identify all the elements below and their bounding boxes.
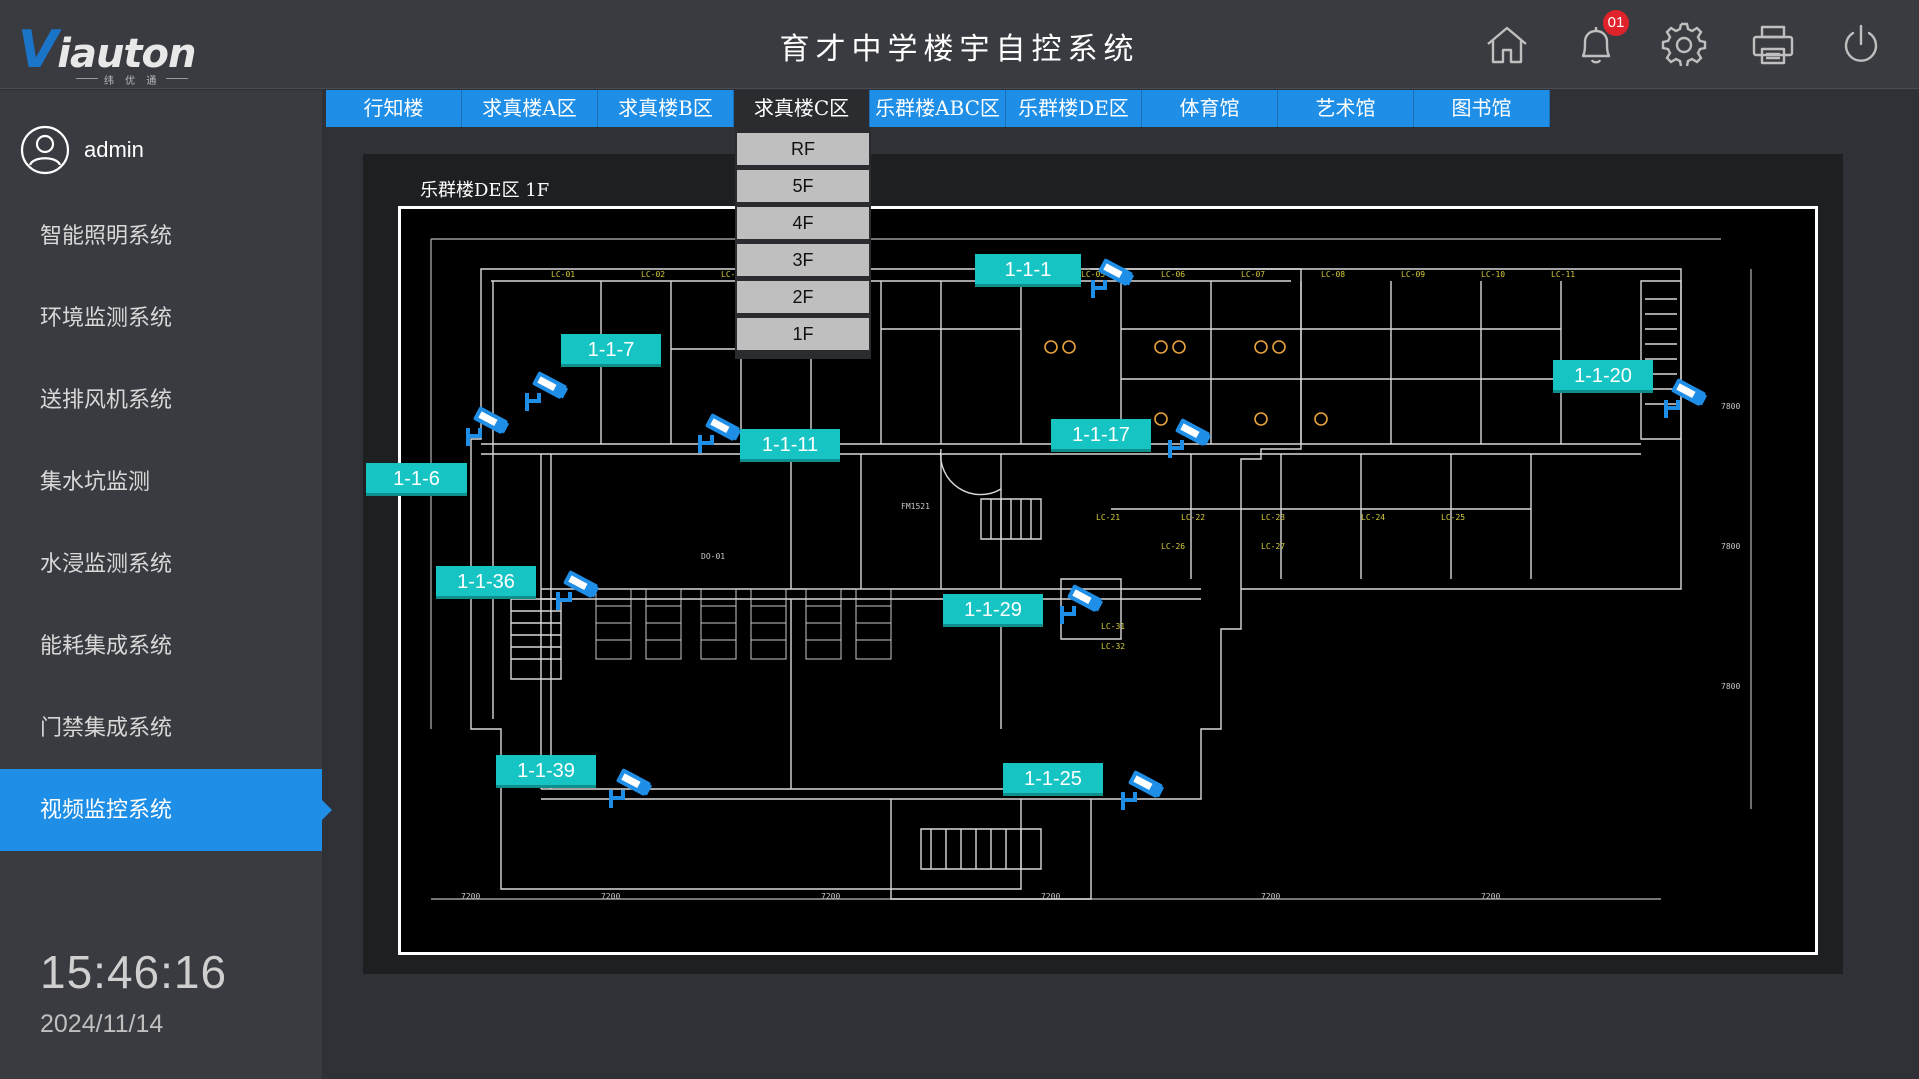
- svg-text:7800: 7800: [1721, 682, 1740, 691]
- camera-icon[interactable]: [1083, 250, 1135, 302]
- top-bar: Viauton 纬 优 通 育才中学楼宇自控系统 01: [0, 0, 1919, 89]
- clock-time: 15:46:16: [40, 946, 228, 998]
- svg-text:7200: 7200: [1041, 892, 1060, 901]
- menu-item-ventilation[interactable]: 送排风机系统: [0, 359, 322, 441]
- camera-label[interactable]: 1-1-6: [366, 463, 467, 496]
- camera-icon[interactable]: [1052, 576, 1104, 628]
- svg-text:LC-32: LC-32: [1101, 642, 1125, 651]
- menu-item-sump-pit[interactable]: 集水坑监测: [0, 441, 322, 523]
- floor-option-2f[interactable]: 2F: [737, 281, 869, 313]
- svg-text:DO-01: DO-01: [701, 552, 725, 561]
- clock-date: 2024/11/14: [40, 1010, 164, 1038]
- floor-option-1f[interactable]: 1F: [737, 318, 869, 350]
- camera-icon[interactable]: [690, 405, 742, 457]
- gear-icon[interactable]: [1661, 22, 1707, 68]
- camera-icon[interactable]: [458, 398, 510, 450]
- building-tabs: 行知楼 求真楼A区 求真楼B区 求真楼C区 乐群楼ABC区 乐群楼DE区 体育馆…: [326, 90, 1550, 127]
- floor-option-4f[interactable]: 4F: [737, 207, 869, 239]
- floor-option-5f[interactable]: 5F: [737, 170, 869, 202]
- svg-text:LC-26: LC-26: [1161, 542, 1185, 551]
- user-avatar-icon: [20, 125, 70, 175]
- svg-text:LC-06: LC-06: [1161, 270, 1185, 279]
- camera-label[interactable]: 1-1-1: [975, 254, 1081, 287]
- svg-text:7800: 7800: [1721, 402, 1740, 411]
- tab-xingzhi[interactable]: 行知楼: [326, 90, 462, 127]
- camera-icon[interactable]: [1656, 370, 1708, 422]
- svg-text:7800: 7800: [1721, 542, 1740, 551]
- floor-option-rf[interactable]: RF: [737, 133, 869, 165]
- camera-label[interactable]: 1-1-39: [496, 755, 596, 788]
- svg-text:LC-11: LC-11: [1551, 270, 1575, 279]
- svg-text:LC-10: LC-10: [1481, 270, 1505, 279]
- camera-label[interactable]: 1-1-11: [740, 429, 840, 462]
- camera-label[interactable]: 1-1-7: [561, 334, 661, 367]
- camera-icon[interactable]: [1113, 762, 1165, 814]
- tab-gym[interactable]: 体育馆: [1142, 90, 1278, 127]
- svg-text:LC-08: LC-08: [1321, 270, 1345, 279]
- username: admin: [84, 137, 144, 162]
- camera-label[interactable]: 1-1-25: [1003, 763, 1103, 796]
- svg-text:7200: 7200: [461, 892, 480, 901]
- floor-dropdown: RF 5F 4F 3F 2F 1F: [735, 127, 871, 359]
- menu-item-water-leak[interactable]: 水浸监测系统: [0, 523, 322, 605]
- svg-text:LC-22: LC-22: [1181, 513, 1205, 522]
- tab-lequn-de[interactable]: 乐群楼DE区: [1006, 90, 1142, 127]
- menu-item-environment[interactable]: 环境监测系统: [0, 277, 322, 359]
- menu-item-video-surveillance[interactable]: 视频监控系统: [0, 769, 332, 851]
- svg-text:LC-21: LC-21: [1096, 513, 1120, 522]
- floor-plan-title: 乐群楼DE区 1F: [420, 180, 550, 201]
- svg-text:LC-25: LC-25: [1441, 513, 1465, 522]
- printer-icon[interactable]: [1750, 22, 1796, 68]
- logo-subtitle: 纬 优 通: [75, 72, 189, 87]
- menu-item-access-control[interactable]: 门禁集成系统: [0, 687, 322, 769]
- system-menu: 智能照明系统 环境监测系统 送排风机系统 集水坑监测 水浸监测系统 能耗集成系统…: [0, 195, 332, 851]
- svg-text:7200: 7200: [1481, 892, 1500, 901]
- floor-plan-drawing: LC-01LC-02LC-03 LC-04LC-05LC-06 LC-07LC-…: [430, 238, 1752, 901]
- tab-lequn-abc[interactable]: 乐群楼ABC区: [870, 90, 1006, 127]
- svg-text:LC-24: LC-24: [1361, 513, 1385, 522]
- notification-badge: 01: [1603, 10, 1629, 36]
- svg-text:LC-23: LC-23: [1261, 513, 1285, 522]
- camera-icon[interactable]: [548, 562, 600, 614]
- svg-text:LC-02: LC-02: [641, 270, 665, 279]
- bell-icon[interactable]: 01: [1573, 10, 1629, 68]
- menu-item-lighting[interactable]: 智能照明系统: [0, 195, 322, 277]
- camera-label[interactable]: 1-1-20: [1553, 360, 1653, 393]
- camera-label[interactable]: 1-1-29: [943, 594, 1043, 627]
- svg-text:LC-09: LC-09: [1401, 270, 1425, 279]
- svg-text:LC-27: LC-27: [1261, 542, 1285, 551]
- user-info[interactable]: admin: [20, 122, 144, 178]
- tab-art-hall[interactable]: 艺术馆: [1278, 90, 1414, 127]
- tab-qiuzhen-c[interactable]: 求真楼C区: [734, 90, 870, 127]
- svg-text:LC-31: LC-31: [1101, 622, 1125, 631]
- svg-text:7200: 7200: [1261, 892, 1280, 901]
- svg-text:7200: 7200: [601, 892, 620, 901]
- menu-item-energy[interactable]: 能耗集成系统: [0, 605, 322, 687]
- svg-text:LC-07: LC-07: [1241, 270, 1265, 279]
- power-icon[interactable]: [1838, 22, 1884, 68]
- svg-text:LC-01: LC-01: [551, 270, 575, 279]
- camera-label[interactable]: 1-1-17: [1051, 419, 1151, 452]
- floor-plan[interactable]: LC-01LC-02LC-03 LC-04LC-05LC-06 LC-07LC-…: [398, 206, 1818, 955]
- home-icon[interactable]: [1484, 22, 1530, 68]
- tab-qiuzhen-a[interactable]: 求真楼A区: [462, 90, 598, 127]
- svg-text:7200: 7200: [821, 892, 840, 901]
- camera-icon[interactable]: [517, 363, 569, 415]
- tab-qiuzhen-b[interactable]: 求真楼B区: [598, 90, 734, 127]
- camera-label[interactable]: 1-1-36: [436, 566, 536, 599]
- floor-option-3f[interactable]: 3F: [737, 244, 869, 276]
- camera-icon[interactable]: [601, 760, 653, 812]
- tab-library[interactable]: 图书馆: [1414, 90, 1550, 127]
- camera-icon[interactable]: [1160, 410, 1212, 462]
- sidebar: admin 智能照明系统 环境监测系统 送排风机系统 集水坑监测 水浸监测系统 …: [0, 90, 332, 1079]
- app-title: 育才中学楼宇自控系统: [779, 32, 1140, 67]
- svg-text:FM1521: FM1521: [901, 502, 930, 511]
